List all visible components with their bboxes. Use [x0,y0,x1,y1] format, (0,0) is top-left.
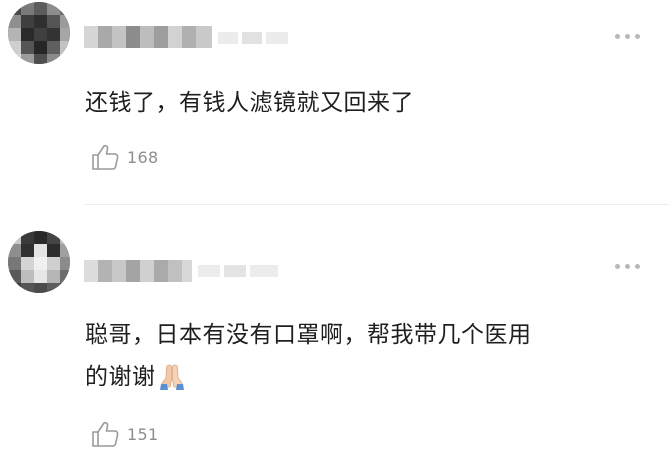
pray-emoji-icon [159,364,184,390]
avatar[interactable] [8,231,70,293]
thumbs-up-icon [92,144,119,170]
comment-text: 聪哥，日本有没有口罩啊，帮我带几个医用 的谢谢 [85,314,532,398]
comment-text: 还钱了，有钱人滤镜就又回来了 [85,90,414,116]
like-button[interactable]: 168 [90,143,158,171]
comment-text-line: 聪哥，日本有没有口罩啊，帮我带几个医用 [85,322,532,348]
divider [85,204,669,205]
comment-item: 还钱了，有钱人滤镜就又回来了 168 [0,0,669,205]
comment-text-line: 的谢谢 [85,356,186,398]
username[interactable] [84,26,212,48]
comment-item: 聪哥，日本有没有口罩啊，帮我带几个医用 的谢谢 151 [0,207,669,462]
thumbs-up-icon [92,421,119,447]
more-dots-icon [615,264,620,269]
more-button[interactable] [613,262,643,272]
comment-meta [198,265,278,277]
comment-meta [218,32,288,44]
like-count: 151 [127,424,159,444]
more-dots-icon [615,34,620,39]
like-button[interactable]: 151 [90,420,158,448]
username[interactable] [84,260,192,282]
more-button[interactable] [613,32,643,42]
like-count: 168 [127,147,159,167]
avatar[interactable] [8,2,70,64]
comment-text-fragment: 的谢谢 [85,364,156,390]
